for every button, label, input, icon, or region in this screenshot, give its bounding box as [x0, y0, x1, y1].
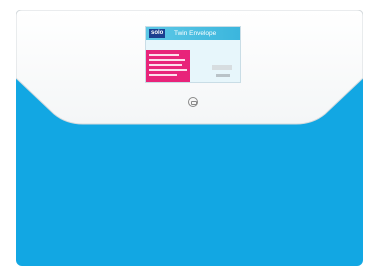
product-name: Twin Envelope [174, 30, 217, 37]
label-feature-panel [146, 50, 190, 82]
brand-logo: solo [149, 29, 166, 38]
product-image: solo Twin Envelope [0, 0, 369, 275]
button-clasp-icon [188, 97, 198, 107]
product-code-tag [212, 65, 232, 70]
product-barcode [216, 74, 230, 77]
product-label: solo Twin Envelope [145, 26, 241, 83]
